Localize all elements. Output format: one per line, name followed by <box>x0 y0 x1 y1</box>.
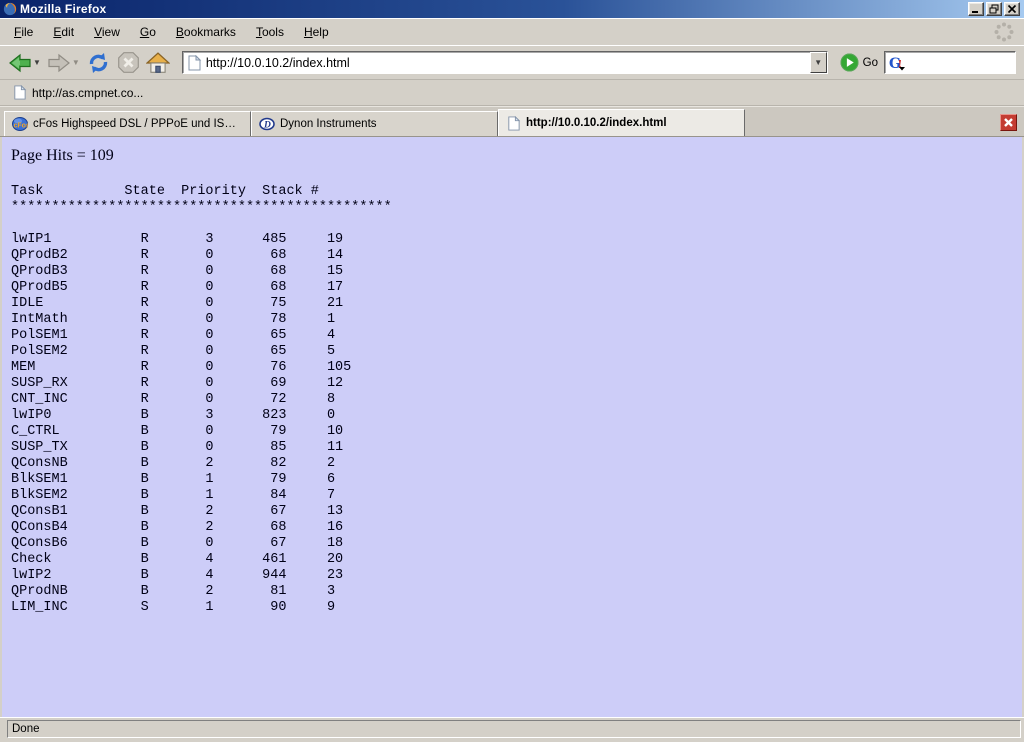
svg-text:D: D <box>263 121 271 131</box>
status-text: Done <box>12 723 40 735</box>
home-button[interactable] <box>144 50 172 76</box>
go-button[interactable]: Go <box>836 53 882 72</box>
tab-dynon[interactable]: D Dynon Instruments <box>251 111 498 136</box>
bookmarks-toolbar: http://as.cmpnet.co... <box>0 80 1024 106</box>
stop-icon <box>117 51 140 74</box>
dynon-icon: D <box>259 116 275 132</box>
close-window-button[interactable] <box>1004 2 1020 16</box>
menu-item-bookmarks[interactable]: Bookmarks <box>166 20 246 44</box>
go-label: Go <box>863 57 878 69</box>
tab-label: Dynon Instruments <box>280 118 377 130</box>
tab-label: http://10.0.10.2/index.html <box>526 117 667 129</box>
forward-button[interactable]: ▼ <box>45 51 82 75</box>
search-input[interactable] <box>906 54 1012 72</box>
bookmark-item[interactable]: http://as.cmpnet.co... <box>8 83 147 102</box>
menu-item-go[interactable]: Go <box>130 20 166 44</box>
stop-button[interactable] <box>115 49 142 76</box>
home-icon <box>146 52 170 74</box>
page-hits: Page Hits = 109 <box>11 147 1022 165</box>
search-box[interactable]: G ! <box>884 51 1016 74</box>
svg-text:cFos: cFos <box>14 123 29 130</box>
close-icon <box>1003 117 1014 128</box>
go-icon <box>840 53 859 72</box>
bookmark-label: http://as.cmpnet.co... <box>32 86 143 100</box>
title-bar: Mozilla Firefox <box>0 0 1024 18</box>
status-panel: Done <box>7 720 1021 738</box>
menu-item-view[interactable]: View <box>84 20 130 44</box>
cfos-icon: cFos <box>12 116 28 132</box>
firefox-icon <box>3 2 17 16</box>
tab-cfos[interactable]: cFos cFos Highspeed DSL / PPPoE und ISDN… <box>4 111 251 136</box>
reload-button[interactable] <box>84 49 113 77</box>
tab-label: cFos Highspeed DSL / PPPoE und ISDN CAP.… <box>33 118 243 130</box>
tab-bar: cFos cFos Highspeed DSL / PPPoE und ISDN… <box>0 106 1024 137</box>
page-icon <box>506 116 521 131</box>
page-icon <box>186 55 202 71</box>
back-button[interactable]: ▼ <box>6 51 43 75</box>
menu-item-edit[interactable]: Edit <box>43 20 84 44</box>
menu-items: FileEditViewGoBookmarksToolsHelp <box>4 20 339 44</box>
task-table: Task State Priority Stack # ************… <box>11 184 1022 616</box>
status-bar: Done <box>0 717 1024 742</box>
navigation-toolbar: ▼ ▼ <box>0 45 1024 80</box>
browser-window: Mozilla Firefox FileEditViewGoBookmarksT… <box>0 0 1024 742</box>
menu-item-file[interactable]: File <box>4 20 43 44</box>
restore-button[interactable] <box>986 2 1002 16</box>
url-dropdown-button[interactable]: ▼ <box>810 52 827 73</box>
minimize-button[interactable] <box>968 2 984 16</box>
page-icon <box>12 85 27 100</box>
menu-bar: FileEditViewGoBookmarksToolsHelp <box>0 18 1024 45</box>
throbber-icon <box>992 20 1016 44</box>
url-bar[interactable]: ▼ <box>182 51 828 74</box>
menu-item-help[interactable]: Help <box>294 20 339 44</box>
forward-dropdown-icon[interactable]: ▼ <box>72 59 80 67</box>
url-input[interactable] <box>202 53 810 72</box>
window-title: Mozilla Firefox <box>20 2 106 16</box>
close-tab-button[interactable] <box>1000 114 1017 131</box>
page-content: Page Hits = 109 Task State Priority Stac… <box>0 137 1024 717</box>
forward-icon <box>47 53 71 73</box>
back-dropdown-icon[interactable]: ▼ <box>33 59 41 67</box>
reload-icon <box>86 51 111 75</box>
google-icon[interactable]: G ! <box>888 55 906 71</box>
menu-item-tools[interactable]: Tools <box>246 20 294 44</box>
back-icon <box>8 53 32 73</box>
tab-index-active[interactable]: http://10.0.10.2/index.html <box>498 109 745 136</box>
